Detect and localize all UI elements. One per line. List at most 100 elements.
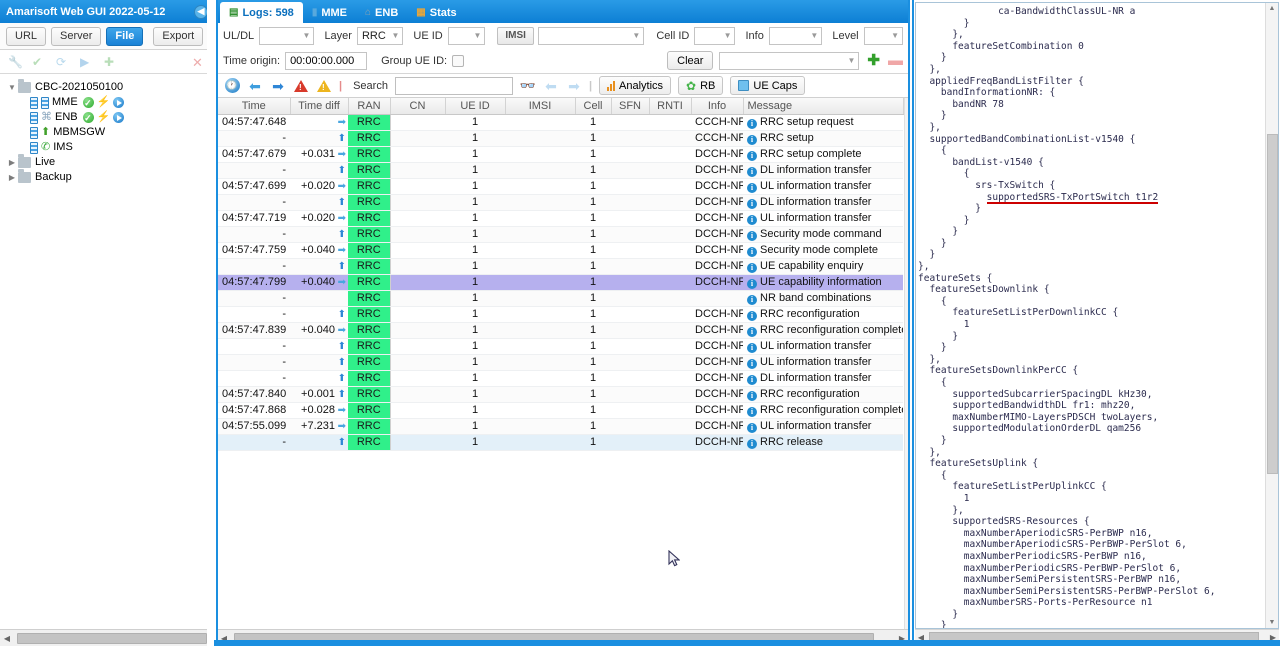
table-row[interactable]: - ⬆ RRC 1 1 DCCH-NR i UL information transfer (218, 354, 903, 371)
sidebar-horizontal-scrollbar[interactable]: ◀ ▶ (0, 629, 214, 646)
ueid-select[interactable]: ▼ (447, 26, 486, 45)
collapse-sidebar-icon[interactable]: ◀ (194, 4, 208, 19)
col-time[interactable]: Time (218, 98, 291, 115)
clear-button[interactable]: Clear (667, 51, 714, 70)
scroll-down-icon[interactable]: ▼ (905, 618, 908, 629)
scroll-up-icon[interactable]: ▲ (1267, 3, 1278, 14)
tree-item-enb[interactable]: ⌘ ENB ⚡ (4, 110, 214, 126)
table-row[interactable]: - ⬆ RRC 1 1 DCCH-NR i DL information transfer (218, 370, 903, 387)
table-row[interactable]: - ⬆ RRC 1 1 DCCH-NR i DL information transfer (218, 162, 903, 179)
tab-mme[interactable]: ▮ MME (303, 2, 356, 23)
table-row[interactable]: - ⬆ RRC 1 1 DCCH-NR i RRC release (218, 434, 903, 451)
col-ran[interactable]: RAN (348, 98, 391, 115)
imsi-select[interactable]: ▼ (537, 26, 645, 45)
col-message[interactable]: Message (743, 98, 904, 115)
arrow-up-icon: ⬆ (337, 196, 346, 208)
play-icon[interactable] (113, 97, 125, 108)
group-ueid-checkbox[interactable] (452, 54, 465, 67)
search-input[interactable] (394, 76, 513, 95)
table-row[interactable]: 04:57:47.840 +0.001 ⬆ RRC 1 1 DCCH-NR i RRC reco… (218, 386, 903, 403)
export-button[interactable]: Export (153, 26, 204, 46)
scrollbar-track[interactable] (13, 632, 207, 644)
info-select[interactable]: ▼ (768, 26, 823, 45)
wrench-icon[interactable]: 🔧 (8, 55, 23, 69)
level-select[interactable]: ▼ (863, 26, 903, 45)
add-filter-icon[interactable]: ✚ (867, 53, 880, 68)
play-circle-icon[interactable]: ▶ (80, 55, 94, 69)
asn1-detail-text[interactable]: ca-BandwidthClassUL-NR a } }, featureSet… (916, 3, 1265, 628)
ue-caps-button[interactable]: UE Caps (730, 76, 806, 95)
imsi-button[interactable]: IMSI (497, 26, 534, 45)
add-small-icon[interactable]: ✚ (104, 55, 118, 69)
col-cell[interactable]: Cell (575, 98, 612, 115)
arrow-left-blue-icon[interactable]: ⬅ (247, 78, 263, 94)
file-button[interactable]: File (106, 26, 144, 46)
tree-item-mbmsgw[interactable]: ⬆ MBMSGW (4, 125, 214, 140)
refresh-icon[interactable]: ⟳ (56, 55, 70, 69)
analytics-button[interactable]: Analytics (599, 76, 672, 95)
table-row[interactable]: - ⬆ RRC 1 1 DCCH-NR i Security mode command (218, 226, 903, 243)
check-circle-icon[interactable]: ✔ (32, 55, 46, 69)
col-rnti[interactable]: RNTI (649, 98, 692, 115)
table-row[interactable]: 04:57:47.719 +0.020 ➡ RRC 1 1 DCCH-NR i UL infor… (218, 210, 903, 227)
detail-vertical-scrollbar[interactable]: ▲ ▼ (1265, 3, 1278, 628)
table-row[interactable]: - RRC 1 1 i NR band combinations (218, 290, 903, 307)
tree-item-mme[interactable]: MME ⚡ (4, 95, 214, 111)
table-row[interactable]: 04:57:47.799 +0.040 ➡ RRC 1 1 DCCH-NR i UE capab… (218, 274, 903, 291)
arrow-left-faded-icon[interactable]: ⬅ (543, 78, 559, 94)
table-row[interactable]: - ⬆ RRC 1 1 CCCH-NR i RRC setup (218, 130, 903, 147)
warning-triangle-icon[interactable] (316, 78, 332, 94)
scrollbar-thumb[interactable] (17, 632, 207, 644)
rb-button[interactable]: ✿ RB (678, 76, 724, 95)
table-row[interactable]: 04:57:47.699 +0.020 ➡ RRC 1 1 DCCH-NR i UL infor… (218, 178, 903, 195)
arrow-right-faded-icon[interactable]: ➡ (566, 78, 582, 94)
time-origin-input[interactable]: 00:00:00.000 (285, 51, 368, 70)
table-row[interactable]: 04:57:47.648 ➡ RRC 1 1 CCCH-NR i RRC setup requ… (218, 114, 903, 131)
binoculars-icon[interactable]: 👓 (520, 78, 536, 94)
scroll-down-icon[interactable]: ▼ (1267, 617, 1278, 628)
arrow-right-blue-icon[interactable]: ➡ (270, 78, 286, 94)
tab-logs[interactable]: ▤ Logs: 598 (220, 2, 303, 23)
scrollbar-track[interactable] (905, 109, 909, 618)
clock-icon[interactable]: 🕐 (224, 78, 240, 94)
collapse-arrow-icon[interactable]: ▶ (6, 170, 18, 185)
table-row[interactable]: 04:57:47.839 +0.040 ➡ RRC 1 1 DCCH-NR i RRC reco… (218, 322, 903, 339)
table-row[interactable]: 04:57:47.679 +0.031 ➡ RRC 1 1 DCCH-NR i RRC setu… (218, 146, 903, 163)
table-row[interactable]: - ⬆ RRC 1 1 DCCH-NR i DL information transfer (218, 194, 903, 211)
scroll-left-icon[interactable]: ◀ (1, 634, 13, 643)
collapse-arrow-icon[interactable]: ▶ (6, 155, 18, 170)
table-row[interactable]: 04:57:55.099 +7.231 ➡ RRC 1 1 DCCH-NR i UL infor… (218, 418, 903, 435)
tab-enb[interactable]: ⌂ ENB (356, 2, 407, 23)
layer-select[interactable]: RRC ▼ (356, 26, 404, 45)
tree-item-backup[interactable]: ▶ Backup (4, 169, 214, 185)
cell-ueid: 1 (445, 322, 505, 339)
server-button[interactable]: Server (51, 26, 102, 46)
scroll-up-icon[interactable]: ▲ (905, 98, 908, 109)
col-imsi[interactable]: IMSI (505, 98, 576, 115)
cellid-select[interactable]: ▼ (694, 26, 736, 45)
delete-x-icon[interactable]: ✕ (192, 55, 206, 70)
table-vertical-scrollbar[interactable]: ▲ ▼ (903, 98, 909, 629)
play-icon[interactable] (113, 112, 125, 123)
expand-arrow-icon[interactable]: ▼ (6, 80, 18, 95)
col-cn[interactable]: CN (390, 98, 446, 115)
error-triangle-icon[interactable] (293, 78, 309, 94)
scrollbar-thumb[interactable] (1266, 134, 1278, 474)
clear-filter-select[interactable]: ▼ (719, 51, 860, 70)
col-ueid[interactable]: UE ID (445, 98, 506, 115)
col-info[interactable]: Info (691, 98, 744, 115)
uldl-select[interactable]: ▼ (259, 26, 315, 45)
table-row[interactable]: - ⬆ RRC 1 1 DCCH-NR i UL information transfer (218, 338, 903, 355)
tree-item-cbc[interactable]: ▼ CBC-2021050100 (4, 79, 214, 95)
col-sfn[interactable]: SFN (611, 98, 650, 115)
tree-item-ims[interactable]: ✆ IMS (4, 140, 214, 155)
table-row[interactable]: 04:57:47.868 +0.028 ➡ RRC 1 1 DCCH-NR i RRC reco… (218, 402, 903, 419)
tab-stats[interactable]: ▦ Stats (407, 2, 465, 23)
col-timediff[interactable]: Time diff (290, 98, 349, 115)
table-row[interactable]: - ⬆ RRC 1 1 DCCH-NR i UE capability enquiry (218, 258, 903, 275)
table-row[interactable]: 04:57:47.759 +0.040 ➡ RRC 1 1 DCCH-NR i Security… (218, 242, 903, 259)
remove-filter-icon[interactable]: ▬ (888, 53, 903, 68)
tree-item-live[interactable]: ▶ Live (4, 154, 214, 170)
url-button[interactable]: URL (6, 26, 47, 46)
table-row[interactable]: - ⬆ RRC 1 1 DCCH-NR i RRC reconfiguration (218, 306, 903, 323)
